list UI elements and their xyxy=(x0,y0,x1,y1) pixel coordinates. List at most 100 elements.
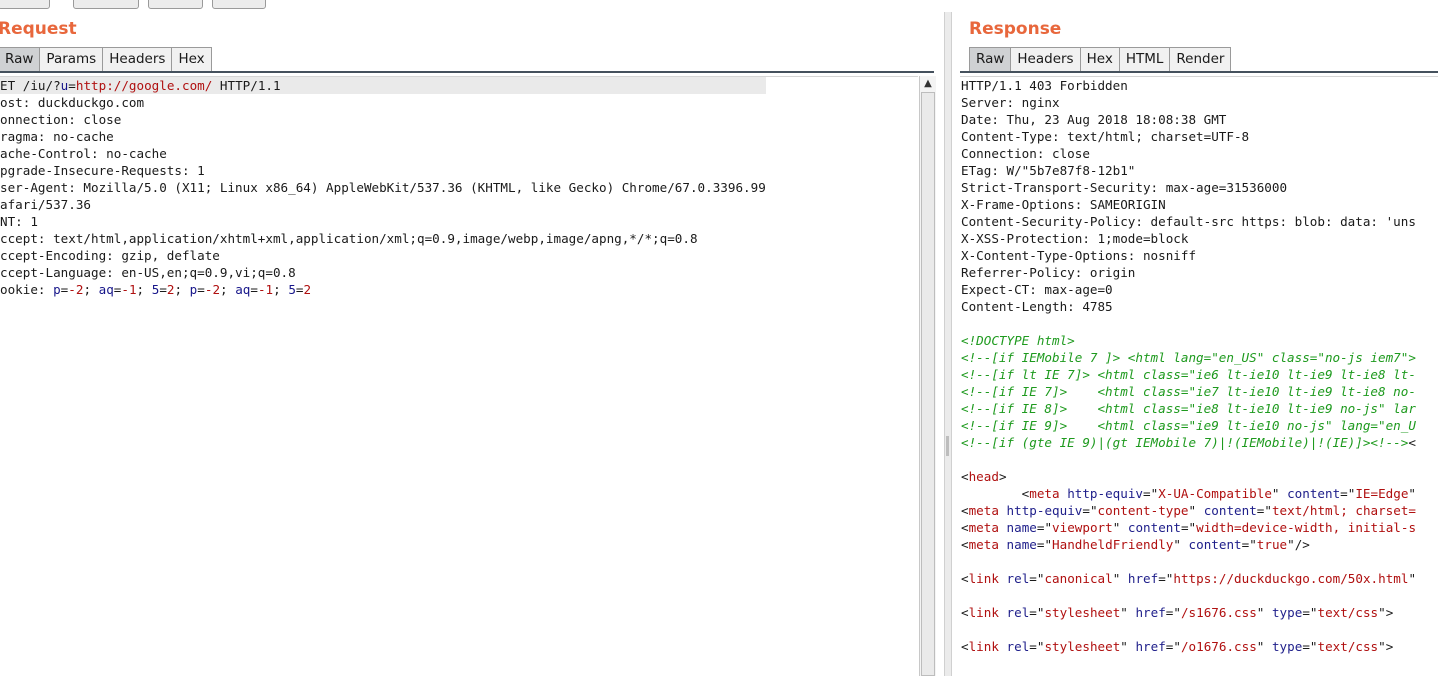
response-token: < xyxy=(961,469,969,484)
up-arrow-icon[interactable]: ▲ xyxy=(920,76,936,92)
response-token: text/css xyxy=(1317,639,1379,654)
response-tab-html[interactable]: HTML xyxy=(1118,47,1171,71)
request-tab-headers[interactable]: Headers xyxy=(102,47,173,71)
request-token: ragma: no-cache xyxy=(0,129,114,144)
response-token: link xyxy=(968,605,999,620)
divider-grip[interactable] xyxy=(946,436,949,456)
response-line: Strict-Transport-Security: max-age=31536… xyxy=(961,179,1416,196)
response-line xyxy=(961,621,1416,638)
response-token: type xyxy=(1271,639,1303,654)
request-line: ragma: no-cache xyxy=(0,128,766,145)
request-token: -1 xyxy=(121,282,137,297)
response-token: stylesheet xyxy=(1044,605,1121,620)
response-token: =" xyxy=(1029,571,1045,586)
response-token: < xyxy=(961,571,969,586)
request-line: pgrade-Insecure-Requests: 1 xyxy=(0,162,766,179)
response-text[interactable]: HTTP/1.1 403 Forbidden Server: nginx Date:… xyxy=(961,77,1416,655)
response-token: canonical xyxy=(1044,571,1113,586)
request-token: 2 xyxy=(166,282,175,297)
request-text[interactable]: ET /iu/?u=http://google.com/ HTTP/1.1 ost… xyxy=(0,77,766,298)
request-line: ser-Agent: Mozilla/5.0 (X11; Linux x86_6… xyxy=(0,179,766,196)
request-token: ookie: xyxy=(0,282,54,297)
response-line: Date: Thu, 23 Aug 2018 18:08:38 GMT xyxy=(961,111,1416,128)
response-tab-raw[interactable]: Raw xyxy=(969,47,1012,71)
request-token: ; xyxy=(174,282,190,297)
response-editor[interactable]: HTTP/1.1 403 Forbidden Server: nginx Date:… xyxy=(960,76,1438,676)
request-tab-raw[interactable]: Raw xyxy=(0,47,41,71)
response-token: /o1676.css xyxy=(1180,639,1257,654)
response-token: <!--[if lt IE 7]> <html class="ie6 lt-ie… xyxy=(961,367,1416,382)
response-token: content xyxy=(1127,520,1181,535)
response-line xyxy=(961,315,1416,332)
response-token xyxy=(999,605,1007,620)
response-line: <meta http-equiv="content-type" content=… xyxy=(961,502,1416,519)
request-token: ; xyxy=(136,282,152,297)
response-token: " xyxy=(1408,571,1417,586)
request-token: -2 xyxy=(204,282,221,297)
response-token: link xyxy=(968,571,999,586)
response-token xyxy=(999,537,1007,552)
response-token: ETag: W/"5b7e87f8-12b1" xyxy=(961,163,1136,178)
response-token: " xyxy=(1173,537,1189,552)
request-tab-hex[interactable]: Hex xyxy=(171,47,212,71)
split-divider[interactable] xyxy=(944,12,952,676)
response-token: content-type xyxy=(1097,503,1189,518)
request-token: -2 xyxy=(68,282,84,297)
request-token: = xyxy=(197,282,205,297)
response-token: /s1676.css xyxy=(1180,605,1257,620)
response-token: < xyxy=(1408,435,1416,450)
response-token: =" xyxy=(1029,639,1045,654)
response-token: rel xyxy=(1006,639,1030,654)
response-line: <meta http-equiv="X-UA-Compatible" conte… xyxy=(961,485,1416,502)
response-token: link xyxy=(968,639,999,654)
response-line: Connection: close xyxy=(961,145,1416,162)
request-line: ost: duckduckgo.com xyxy=(0,94,766,111)
response-token: HTTP/1.1 403 Forbidden xyxy=(961,78,1128,93)
response-token: =" xyxy=(1165,605,1181,620)
request-token: ser-Agent: Mozilla/5.0 (X11; Linux x86_6… xyxy=(0,180,766,195)
request-editor[interactable]: ET /iu/?u=http://google.com/ HTTP/1.1 ost… xyxy=(0,76,918,676)
response-token: Referrer-Policy: origin xyxy=(961,265,1136,280)
response-tabs: Raw Headers Hex HTML Render xyxy=(969,47,1232,71)
request-line: afari/537.36 xyxy=(0,196,766,213)
response-token: <!DOCTYPE html> xyxy=(961,333,1075,348)
request-scrollbar[interactable]: ▲ xyxy=(919,76,936,676)
response-token: =" xyxy=(1165,639,1181,654)
response-token: stylesheet xyxy=(1044,639,1121,654)
response-pane: Response Raw Headers Hex HTML Render HTT… xyxy=(960,0,1438,676)
response-tab-hex[interactable]: Hex xyxy=(1079,47,1120,71)
response-token: " xyxy=(1120,605,1136,620)
request-pane: Request Raw Params Headers Hex ET /iu/?u… xyxy=(0,0,940,676)
response-token: href xyxy=(1135,605,1166,620)
request-token: NT: 1 xyxy=(0,214,38,229)
response-token: < xyxy=(961,639,969,654)
response-token: Content-Type: text/html; charset=UTF-8 xyxy=(961,129,1250,144)
response-tab-render[interactable]: Render xyxy=(1169,47,1232,71)
response-tab-headers[interactable]: Headers xyxy=(1010,47,1081,71)
response-token: http-equiv xyxy=(1067,486,1144,501)
response-token: =" xyxy=(1036,520,1053,535)
response-token: < xyxy=(961,605,969,620)
response-token: text/html; charset= xyxy=(1271,503,1417,518)
response-line: <!--[if IE 7]> <html class="ie7 lt-ie10 … xyxy=(961,383,1416,400)
response-token: text/css xyxy=(1317,605,1379,620)
response-line: <link rel="stylesheet" href="/s1676.css"… xyxy=(961,604,1416,621)
request-line: ccept: text/html,application/xhtml+xml,a… xyxy=(0,230,766,247)
response-token: =" xyxy=(1256,503,1272,518)
request-tab-params[interactable]: Params xyxy=(39,47,104,71)
response-line xyxy=(961,451,1416,468)
request-token: ; xyxy=(220,282,236,297)
response-line: X-Content-Type-Options: nosniff xyxy=(961,247,1416,264)
response-token: < xyxy=(961,537,969,552)
request-line: ookie: p=-2; aq=-1; 5=2; p=-2; aq=-1; 5=… xyxy=(0,281,766,298)
response-token: href xyxy=(1127,571,1159,586)
response-token: viewport xyxy=(1052,520,1113,535)
request-token: -1 xyxy=(257,282,274,297)
response-token: " xyxy=(1188,503,1204,518)
response-token: < xyxy=(961,503,969,518)
request-token: ET /iu/? xyxy=(0,78,61,93)
request-scrollbar-thumb[interactable] xyxy=(921,92,935,676)
response-token: <!--[if IE 9]> <html class="ie9 lt-ie10 … xyxy=(961,418,1416,433)
response-token: <!--[if (gte IE 9)|(gt IEMobile 7)|!(IEM… xyxy=(961,435,1409,450)
response-token xyxy=(999,503,1007,518)
